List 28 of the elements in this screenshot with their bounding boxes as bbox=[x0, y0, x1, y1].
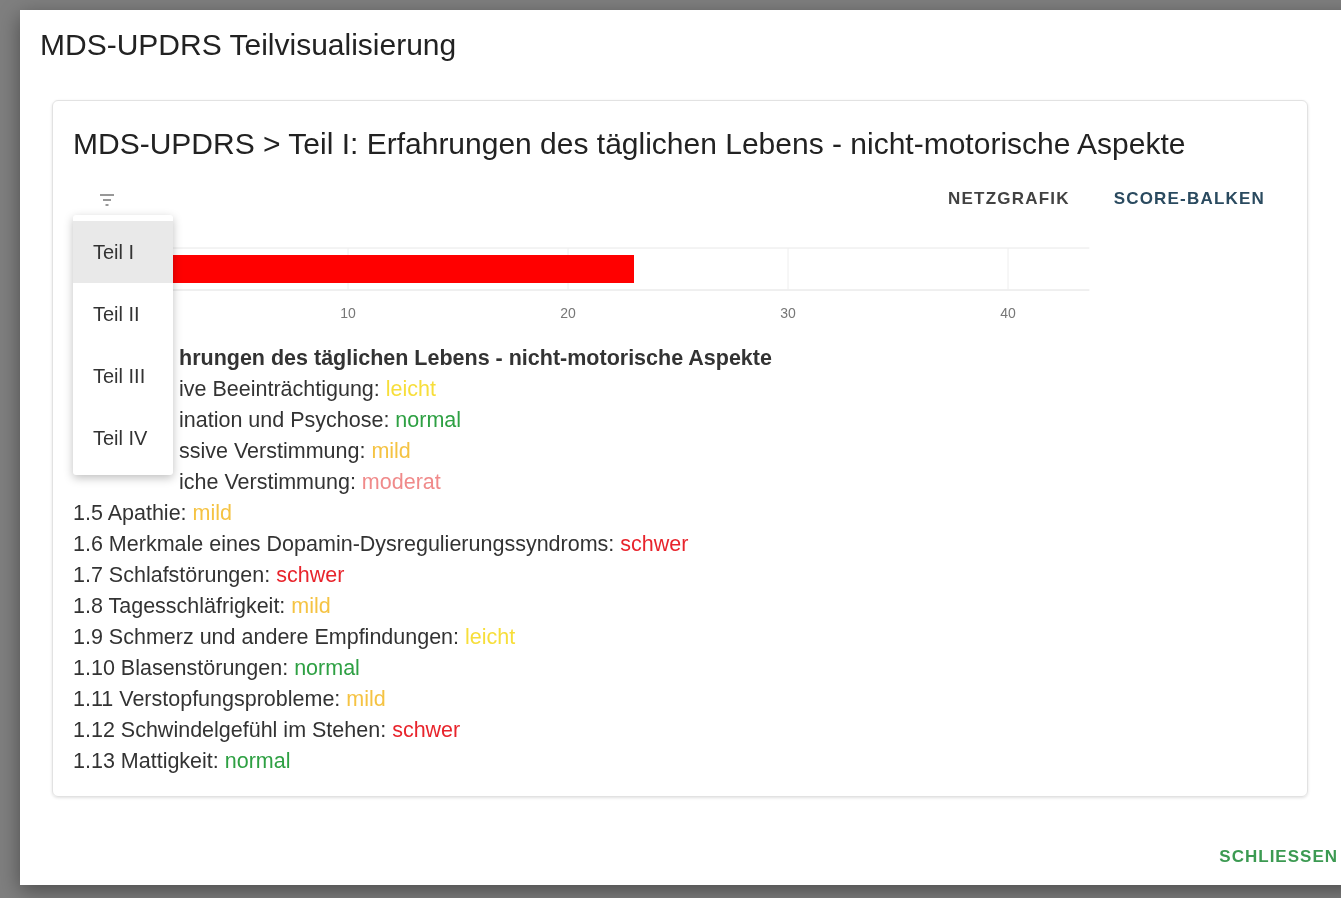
axis-tick-label: 20 bbox=[560, 305, 576, 321]
menu-item[interactable]: Teil III bbox=[73, 345, 173, 407]
symptom-line: ssive Verstimmung: mild bbox=[179, 438, 411, 465]
close-button[interactable]: SCHLIESSEN bbox=[1219, 841, 1338, 873]
view-tab[interactable]: NETZGRAFIK bbox=[948, 185, 1070, 215]
symptom-line: iche Verstimmung: moderat bbox=[179, 469, 441, 496]
symptom-line: 1.11 Verstopfungsprobleme: mild bbox=[73, 686, 386, 713]
symptom-line: 1.10 Blasenstörungen: normal bbox=[73, 655, 360, 682]
symptom-line: ive Beeinträchtigung: leicht bbox=[179, 376, 436, 403]
symptom-line: 1.8 Tagesschläfrigkeit: mild bbox=[73, 593, 331, 620]
card-heading: MDS-UPDRS > Teil I: Erfahrungen des täglichen Lebens - nicht-motorische Aspekte bbox=[73, 127, 1187, 161]
axis-tick-label: 30 bbox=[780, 305, 796, 321]
menu-item[interactable]: Teil IV bbox=[73, 407, 173, 469]
view-tab[interactable]: SCORE-BALKEN bbox=[1113, 185, 1265, 215]
symptom-line: 1.7 Schlafstörungen: schwer bbox=[73, 562, 345, 589]
menu-item[interactable]: Teil II bbox=[73, 283, 173, 345]
symptom-line: 1.9 Schmerz und andere Empfindungen: leicht bbox=[73, 624, 516, 651]
symptom-line: ination und Psychose: normal bbox=[179, 407, 462, 434]
axis-tick-label: 10 bbox=[340, 305, 356, 321]
symptom-line: 1.6 Merkmale eines Dopamin-Dysregulierungssyndroms: schwer bbox=[73, 531, 689, 558]
dialog-title: MDS-UPDRS Teilvisualisierung bbox=[40, 28, 458, 62]
symptom-line: 1.12 Schwindelgefühl im Stehen: schwer bbox=[73, 717, 461, 744]
menu-item[interactable]: Teil I bbox=[73, 221, 173, 283]
axis-tick-label: 40 bbox=[1000, 305, 1016, 321]
filter-icon[interactable] bbox=[99, 193, 115, 207]
symptom-line: 1.13 Mattigkeit: normal bbox=[73, 748, 291, 775]
symptom-line: 1.5 Apathie: mild bbox=[73, 500, 232, 527]
section-heading: hrungen des täglichen Lebens - nicht-motorische Aspekte bbox=[179, 345, 772, 372]
